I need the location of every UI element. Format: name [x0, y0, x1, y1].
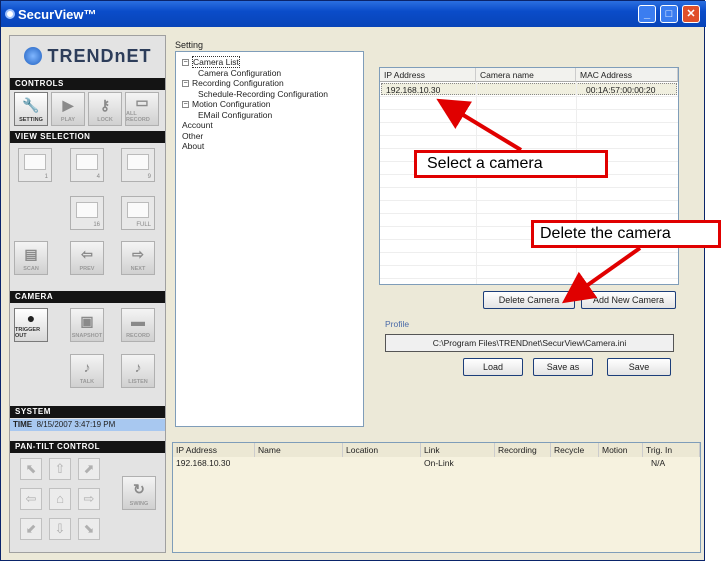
- delete-camera-callout: Delete the camera: [531, 220, 721, 248]
- delete-arrow: [561, 246, 642, 304]
- select-arrow: [436, 98, 523, 152]
- annotation-arrows: [436, 98, 642, 304]
- select-camera-callout: Select a camera: [414, 150, 608, 178]
